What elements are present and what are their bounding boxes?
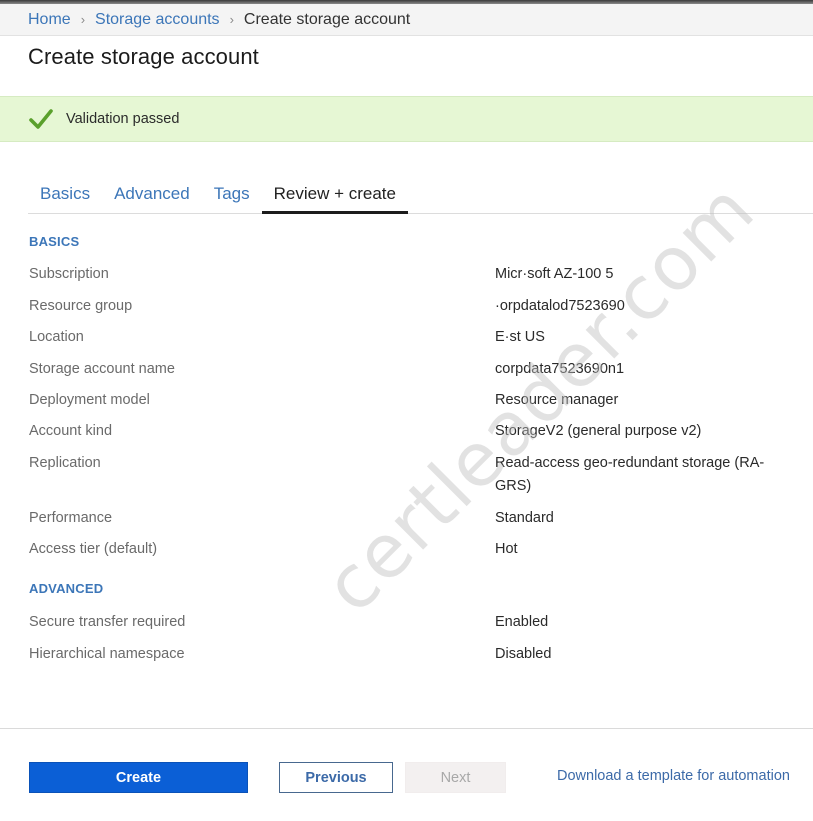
value-account-kind: StorageV2 (general purpose v2) bbox=[495, 423, 702, 439]
next-button[interactable]: Next bbox=[405, 762, 506, 793]
value-subscription: Micr·soft AZ-100 5 bbox=[495, 266, 614, 282]
label-secure-transfer: Secure transfer required bbox=[29, 614, 186, 630]
label-performance: Performance bbox=[29, 510, 113, 526]
download-template-link[interactable]: Download a template for automation bbox=[557, 768, 790, 784]
label-subscription: Subscription bbox=[29, 266, 109, 282]
validation-message: Validation passed bbox=[66, 111, 180, 127]
checkmark-icon bbox=[29, 109, 53, 129]
value-resource-group: ·orpdatalod7523690 bbox=[495, 298, 625, 314]
tab-basics[interactable]: Basics bbox=[28, 178, 102, 214]
value-deployment-model: Resource manager bbox=[495, 392, 619, 408]
chevron-right-icon: › bbox=[229, 12, 234, 27]
breadcrumb: Home › Storage accounts › Create storage… bbox=[0, 4, 813, 36]
value-hierarchical-namespace: Disabled bbox=[495, 646, 552, 662]
label-resource-group: Resource group bbox=[29, 298, 133, 314]
tab-advanced[interactable]: Advanced bbox=[102, 178, 202, 214]
footer-divider bbox=[0, 728, 813, 729]
label-account-kind: Account kind bbox=[29, 423, 113, 439]
label-access-tier: Access tier (default) bbox=[29, 541, 158, 557]
label-storage-account-name: Storage account name bbox=[29, 361, 175, 377]
label-replication: Replication bbox=[29, 455, 101, 471]
breadcrumb-current: Create storage account bbox=[243, 10, 411, 28]
chevron-right-icon: › bbox=[80, 12, 86, 27]
previous-button[interactable]: Previous bbox=[279, 762, 393, 793]
validation-banner: Validation passed bbox=[0, 96, 813, 142]
value-storage-account-name: corpdata7523690n1 bbox=[495, 361, 625, 377]
breadcrumb-home-link[interactable]: Home bbox=[28, 11, 71, 29]
page-title: Create storage account bbox=[28, 44, 259, 69]
label-hierarchical-namespace: Hierarchical namespace bbox=[29, 646, 185, 662]
section-heading-advanced: ADVANCED bbox=[29, 581, 104, 596]
value-access-tier: Hot bbox=[495, 541, 518, 557]
tab-bar: Basics Advanced Tags Review + create bbox=[28, 178, 813, 214]
tab-tags[interactable]: Tags bbox=[202, 178, 262, 214]
tab-review-create[interactable]: Review + create bbox=[261, 178, 408, 214]
value-location: E·st US bbox=[495, 329, 545, 345]
create-button[interactable]: Create bbox=[29, 762, 248, 793]
label-deployment-model: Deployment model bbox=[29, 392, 150, 408]
section-heading-basics: BASICS bbox=[29, 234, 80, 249]
breadcrumb-storage-accounts-link[interactable]: Storage accounts bbox=[95, 11, 220, 29]
label-location: Location bbox=[29, 329, 84, 345]
value-secure-transfer: Enabled bbox=[495, 614, 549, 630]
value-replication: Read-access geo-redundant storage (RA-GR… bbox=[495, 455, 765, 494]
value-performance: Standard bbox=[495, 510, 554, 526]
